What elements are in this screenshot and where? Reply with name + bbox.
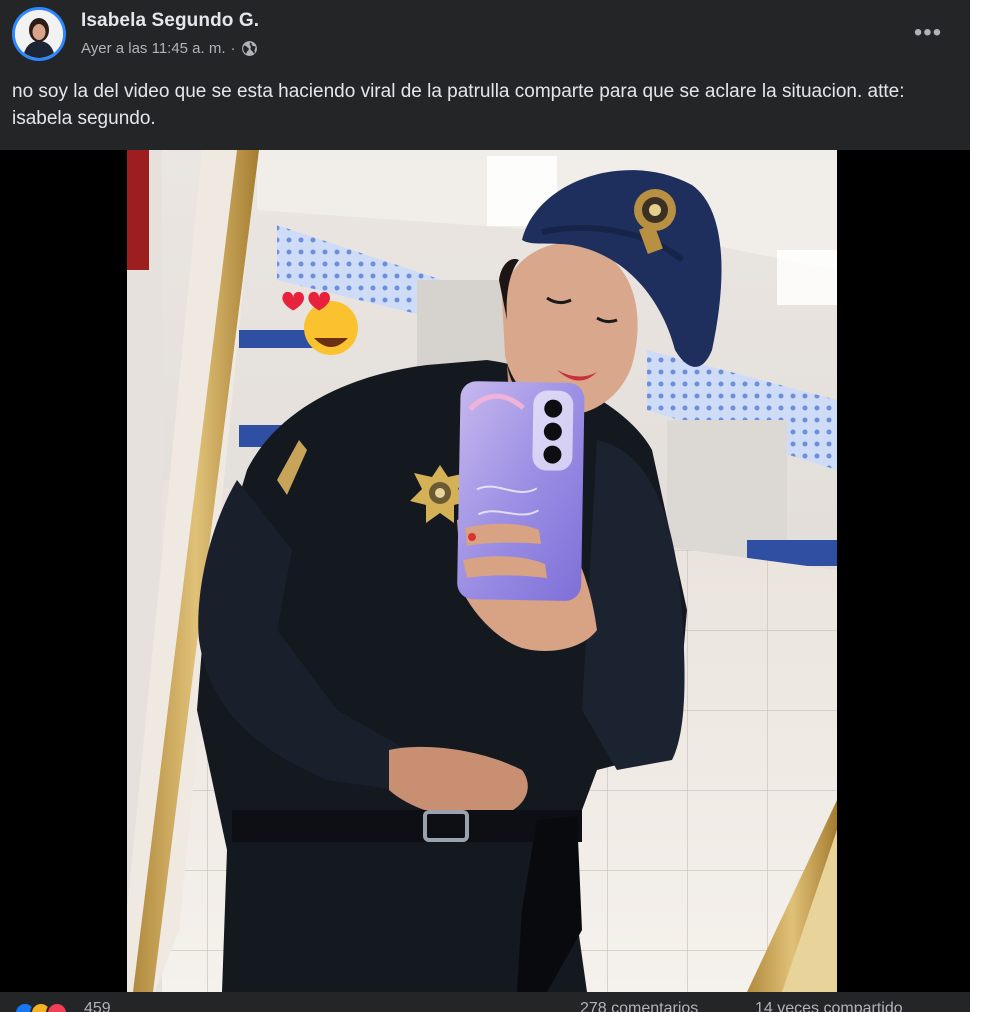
shares-count[interactable]: 14 veces compartido [755,1000,903,1012]
page-edge [970,0,992,1012]
post-meta: Ayer a las 11:45 a. m. · [81,40,258,57]
post-text: no soy la del video que se esta haciendo… [12,81,905,129]
post-media[interactable] [0,150,970,992]
author-name[interactable]: Isabela Segundo G. [81,10,259,32]
love-icon [46,1002,68,1012]
reactions-bar: 459 278 comentarios 14 veces compartido [0,992,970,1012]
post-header: Isabela Segundo G. Ayer a las 11:45 a. m… [0,0,970,70]
avatar-image [15,10,63,58]
post-photo[interactable] [127,150,837,992]
facebook-post: Isabela Segundo G. Ayer a las 11:45 a. m… [0,0,970,1012]
author-avatar[interactable] [12,7,66,61]
reaction-icons[interactable] [14,1002,68,1012]
meta-separator: · [230,40,236,57]
globe-icon[interactable] [241,40,258,57]
reaction-count[interactable]: 459 [84,1000,111,1012]
comments-count[interactable]: 278 comentarios [580,1000,698,1012]
more-options-button[interactable]: ••• [908,18,948,48]
post-timestamp[interactable]: Ayer a las 11:45 a. m. [81,40,226,57]
